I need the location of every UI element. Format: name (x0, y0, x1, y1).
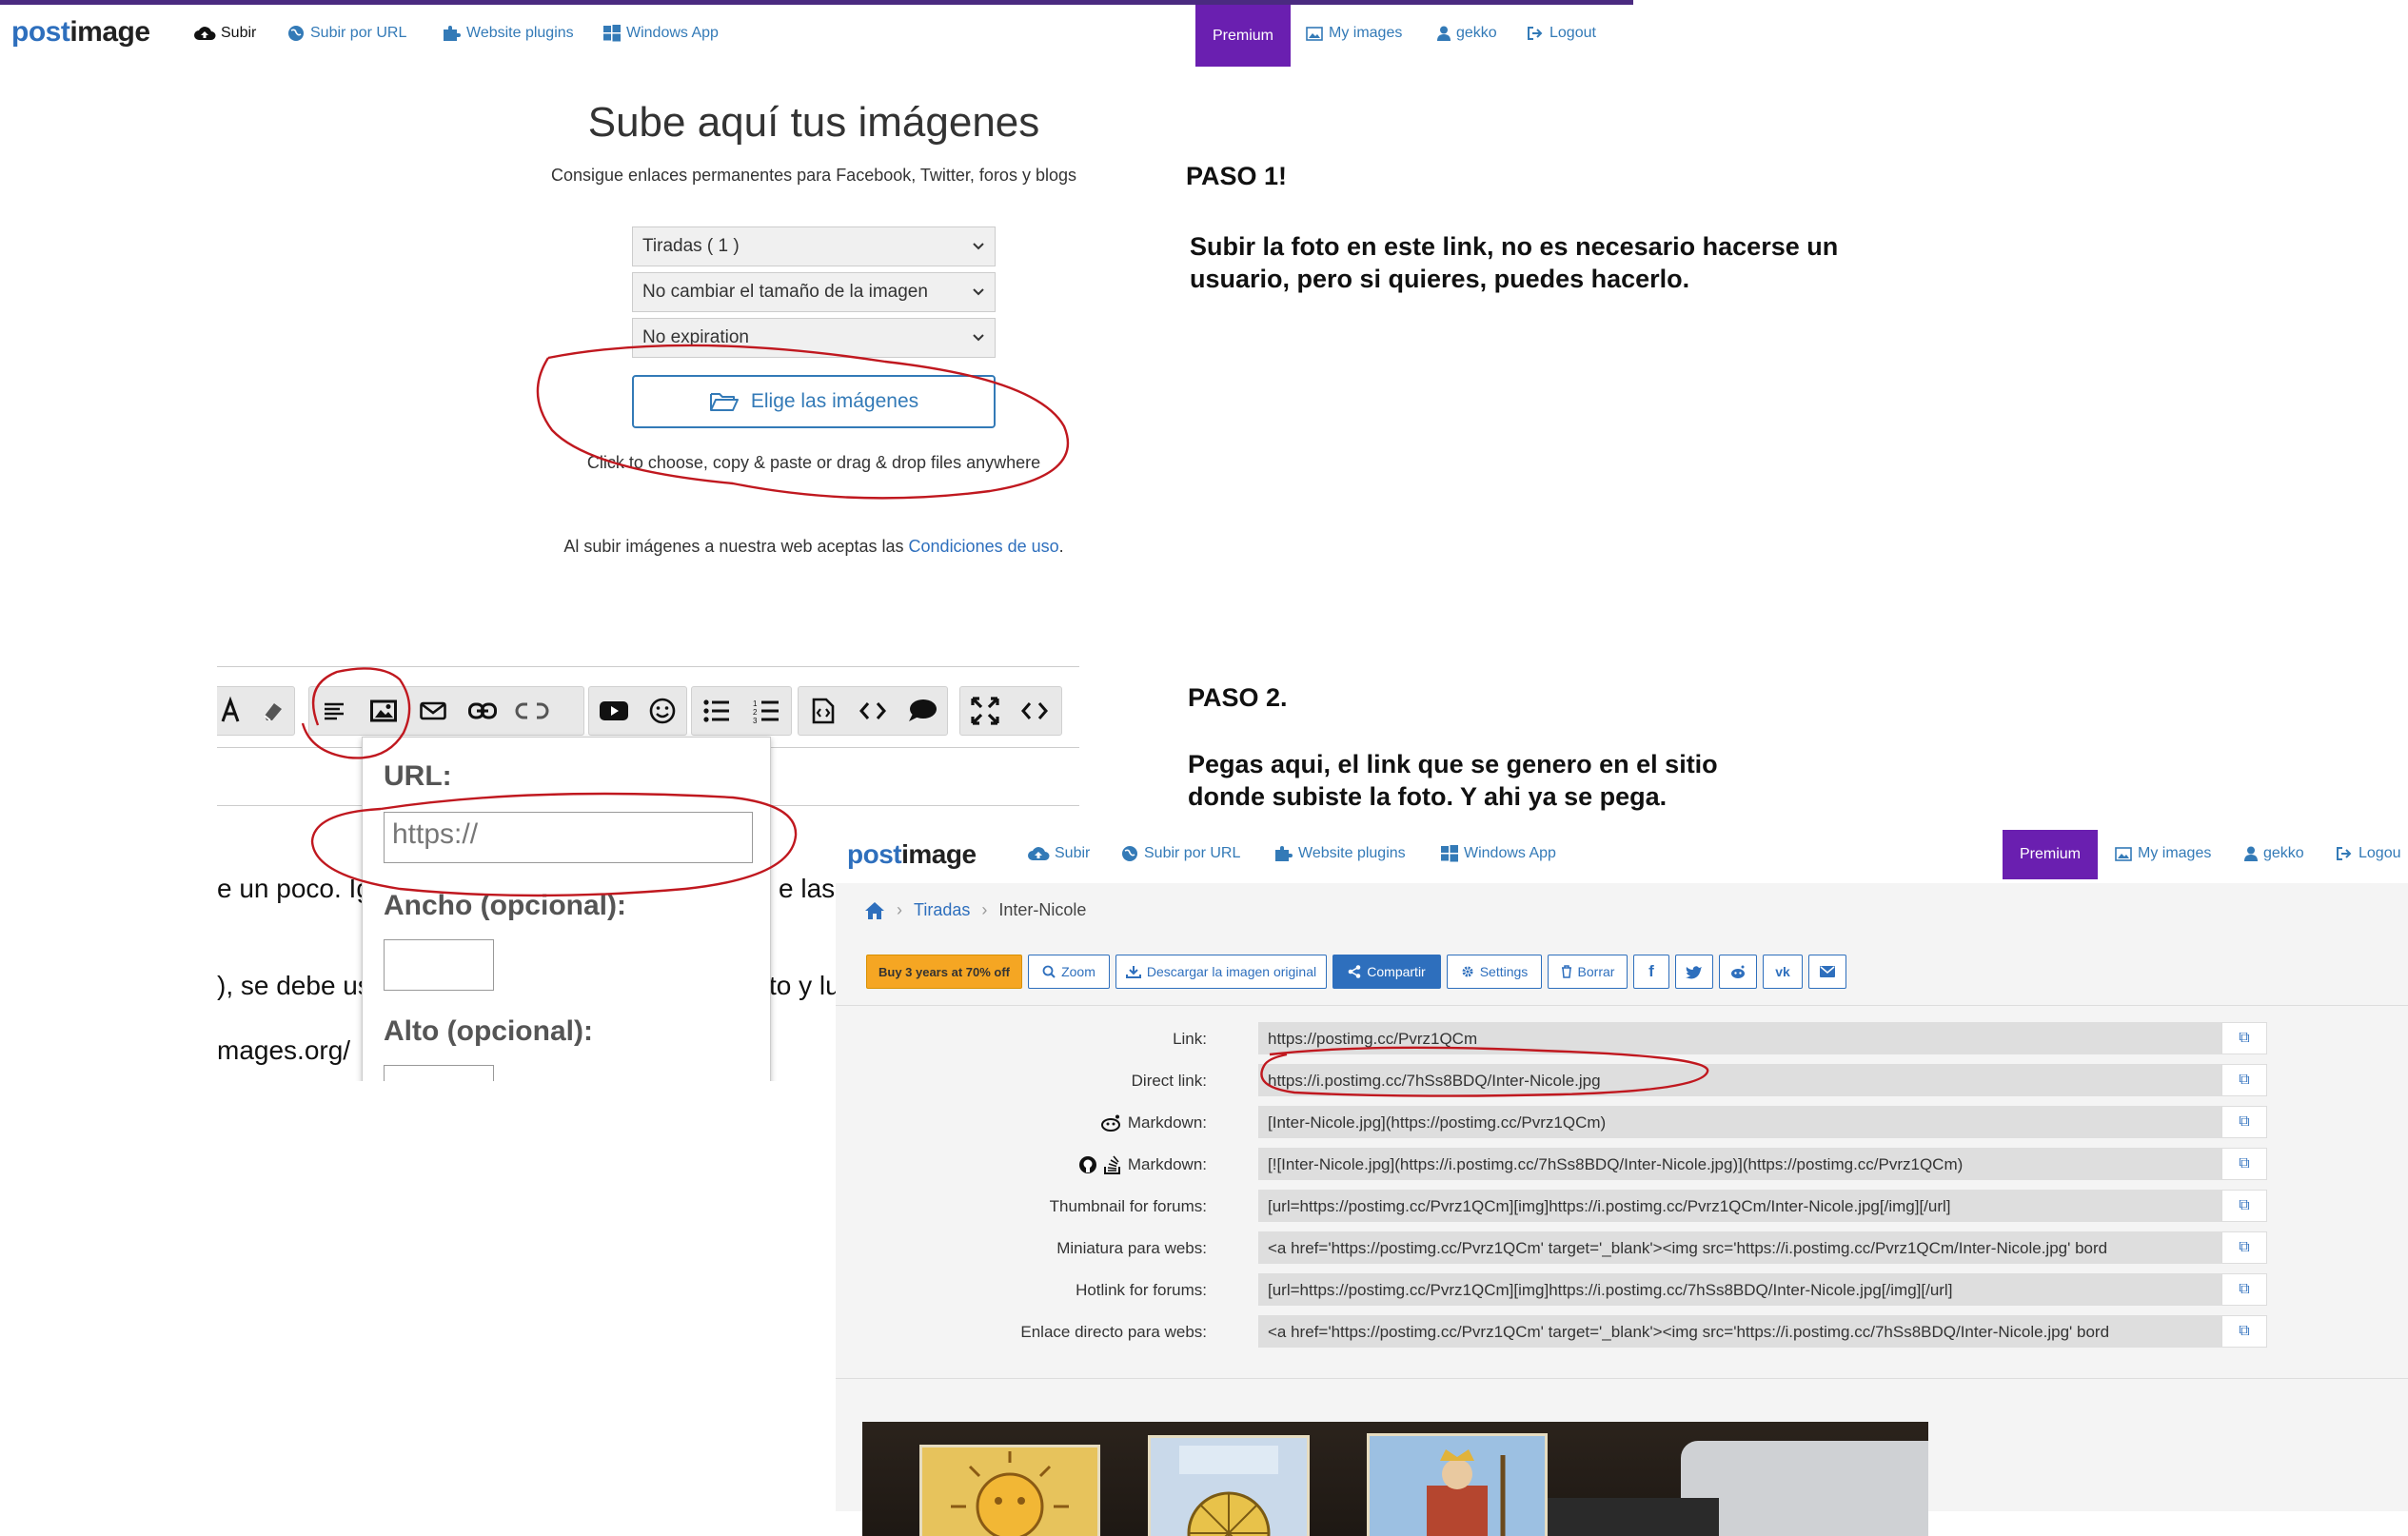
screenshot-collage: postimage Subir Subir por URL Website pl… (0, 0, 2408, 1536)
annotation-circle-direct-link (1260, 1046, 1709, 1097)
annotation-circle-choose-button (536, 344, 1070, 500)
annotation-circle-url-input (310, 792, 798, 897)
red-annotation-layer (301, 344, 1709, 1097)
annotation-circle-image-button (301, 667, 411, 759)
